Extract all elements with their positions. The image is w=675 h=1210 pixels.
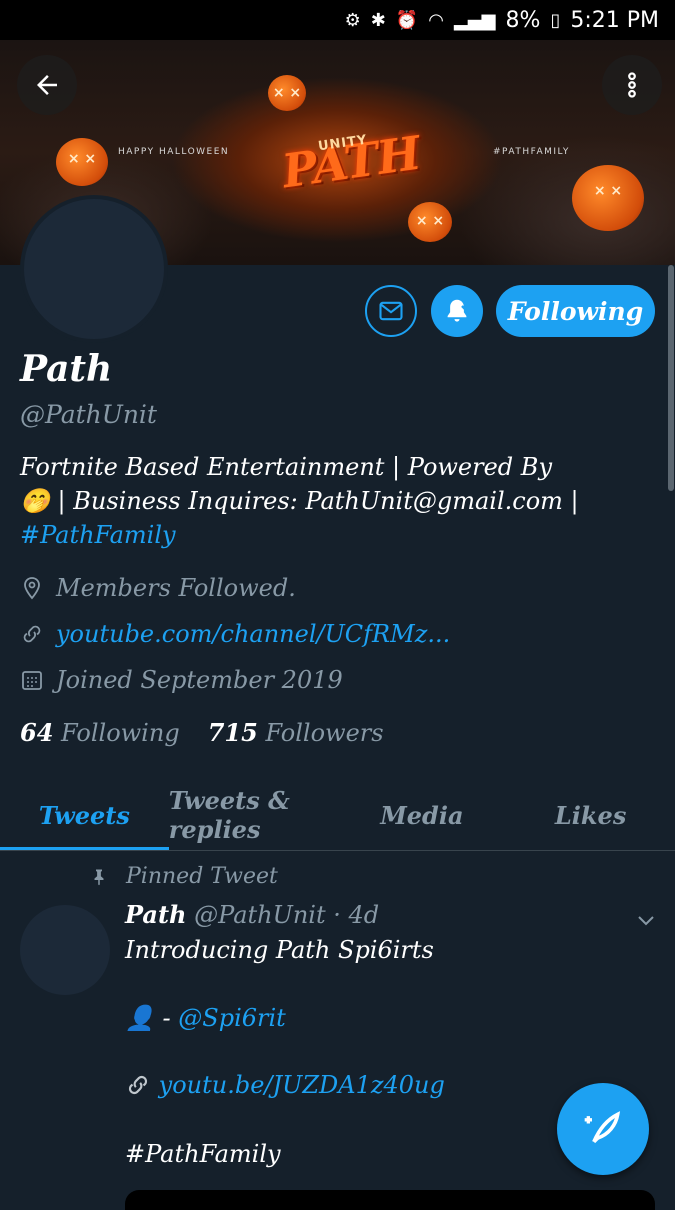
profile-website[interactable]: youtube.com/channel/UCfRMz...: [20, 620, 450, 648]
pumpkin-decoration: [268, 75, 306, 111]
envelope-icon: [379, 301, 403, 321]
tab-media[interactable]: Media: [338, 780, 507, 850]
calendar-icon: [22, 671, 42, 690]
location-text: Members Followed.: [56, 574, 296, 602]
pinned-tweet-label: Pinned Tweet: [90, 864, 278, 889]
wifi-icon: ◠: [428, 9, 444, 31]
notification-icon: ⚙: [344, 9, 361, 31]
battery-percent: 8%: [505, 7, 541, 33]
bio-hashtag-link[interactable]: #PathFamily: [20, 521, 176, 549]
bluetooth-icon: ✱: [370, 9, 386, 31]
arrow-left-icon: [37, 75, 57, 95]
profile-tabs: Tweets Tweets & replies Media Likes: [0, 780, 675, 851]
bell-check-icon: [447, 299, 471, 322]
website-link[interactable]: youtube.com/channel/UCfRMz...: [56, 620, 450, 648]
notifications-button[interactable]: [431, 285, 483, 337]
bio-text: | Business Inquires: PathUnit@gmail.com …: [49, 487, 579, 515]
tweet-author-avatar[interactable]: [20, 905, 110, 995]
tab-tweets[interactable]: Tweets: [0, 780, 169, 850]
tab-likes[interactable]: Likes: [506, 780, 675, 850]
more-vertical-icon: [628, 72, 636, 98]
following-count-link[interactable]: 64 Following: [20, 718, 180, 747]
banner-left-text: HAPPY HALLOWEEN: [118, 147, 230, 157]
tweet-media-card[interactable]: [125, 1190, 655, 1210]
tweet-text-line: Introducing Path Spi6irts: [125, 936, 434, 964]
pumpkin-decoration: [572, 165, 644, 231]
tweet-author-handle[interactable]: @PathUnit: [194, 901, 325, 929]
tweet-mention-link[interactable]: @Spi6rit: [178, 1004, 286, 1032]
signal-icon: ▂▄▆: [454, 9, 496, 31]
following-count: 64: [20, 718, 54, 747]
link-icon: [23, 625, 41, 643]
following-button[interactable]: Following: [496, 285, 655, 337]
tweet-mention-line: 👤 - @Spi6rit: [125, 1004, 286, 1032]
profile-joined: Joined September 2019: [20, 666, 343, 694]
location-pin-icon: [24, 577, 40, 600]
pumpkin-decoration: [408, 202, 452, 242]
clock: 5:21 PM: [570, 7, 659, 33]
bio-emoji: 🤭: [20, 487, 50, 515]
tweet-author-name[interactable]: Path: [125, 900, 187, 929]
tweet-url-link[interactable]: youtu.be/JUZDA1z40ug: [159, 1071, 445, 1099]
pumpkin-decoration: [56, 138, 108, 186]
tweet-hashtag-link[interactable]: #PathFamily: [125, 1140, 281, 1168]
message-button[interactable]: [365, 285, 417, 337]
pin-icon: [94, 869, 104, 885]
followers-count-link[interactable]: 715 Followers: [208, 718, 384, 747]
pinned-text: Pinned Tweet: [126, 864, 278, 889]
back-button[interactable]: [17, 55, 77, 115]
joined-text: Joined September 2019: [56, 666, 343, 694]
tweet-time: · 4d: [333, 901, 380, 929]
battery-icon: ▯: [550, 9, 561, 31]
compose-feather-icon: [584, 1111, 621, 1144]
profile-handle: @PathUnit: [20, 400, 157, 429]
status-bar: ⚙ ✱ ⏰ ◠ ▂▄▆ 8% ▯ 5:21 PM: [0, 0, 675, 40]
following-label: Following: [61, 719, 180, 747]
tweet-menu-button[interactable]: [634, 908, 658, 936]
person-emoji: 👤 -: [125, 1004, 171, 1032]
profile-location: Members Followed.: [20, 574, 296, 602]
banner-right-text: #PATHFAMILY: [493, 147, 570, 157]
followers-count: 715: [207, 718, 258, 747]
tweet-header: Path @PathUnit · 4d: [125, 900, 379, 929]
alarm-icon: ⏰: [395, 9, 419, 31]
followers-label: Followers: [265, 719, 384, 747]
link-icon: [128, 1075, 148, 1095]
profile-bio: Fortnite Based Entertainment | Powered B…: [20, 450, 640, 552]
more-options-button[interactable]: [602, 55, 662, 115]
profile-avatar[interactable]: [20, 195, 168, 343]
chevron-down-icon: [638, 916, 654, 926]
compose-tweet-button[interactable]: [557, 1083, 649, 1175]
scrollbar-thumb[interactable]: [668, 265, 674, 491]
follow-counts: 64 Following 715 Followers: [20, 718, 384, 747]
tweet-link-line: youtu.be/JUZDA1z40ug: [125, 1071, 445, 1099]
tab-tweets-replies[interactable]: Tweets & replies: [169, 780, 338, 850]
bio-text: Fortnite Based Entertainment | Powered B…: [20, 453, 552, 481]
profile-name: Path: [20, 348, 113, 390]
